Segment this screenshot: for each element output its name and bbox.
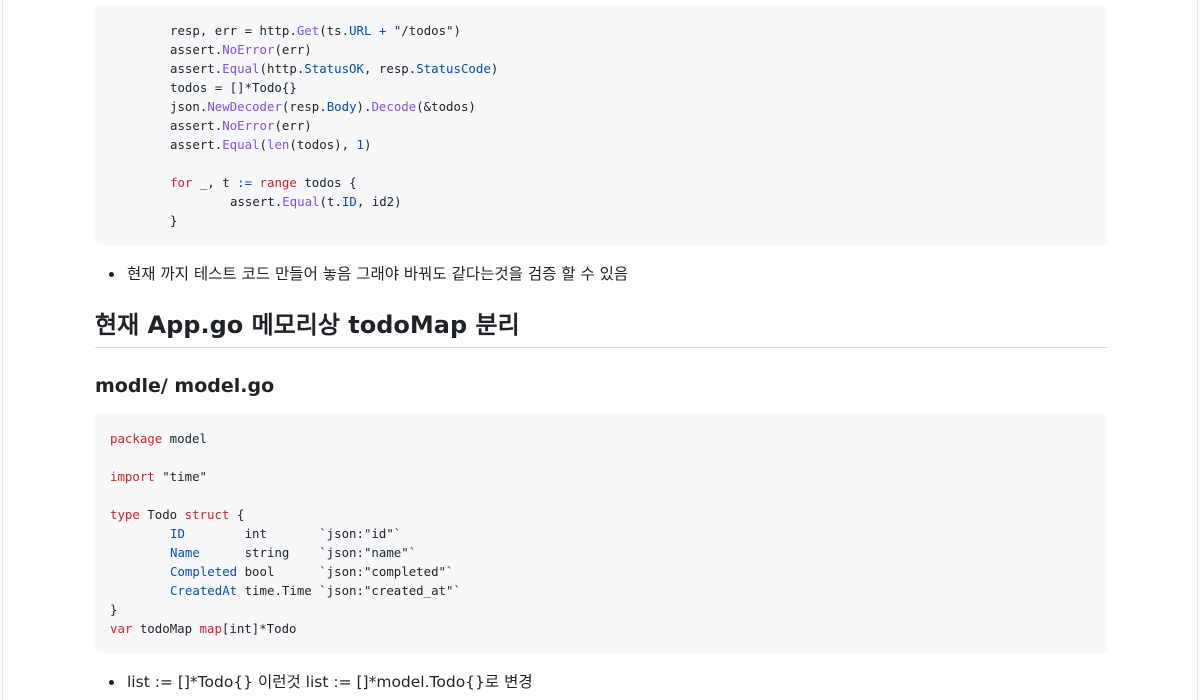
code-content: package model ​ import "time" ​ type Todo st… (95, 413, 1107, 638)
code-line: type Todo struct { (110, 507, 245, 522)
page-frame-right-border (1197, 0, 1198, 700)
code-line: todos = []*Todo{} (170, 80, 297, 95)
code-line: assert.Equal(http.StatusOK, resp.StatusC… (170, 61, 499, 76)
page-frame-left-border (2, 0, 3, 700)
subsection-heading: modle/ model.go (95, 375, 275, 397)
section-heading: 현재 App.go 메모리상 todoMap 분리 (95, 311, 520, 339)
list-item-text: list := []*Todo{} 이런것 list := []*model.T… (127, 673, 533, 691)
code-line: assert.NoError(err) (170, 118, 312, 133)
code-line: CreatedAt time.Time `json:"created_at"` (170, 583, 461, 598)
bullet-dot (109, 272, 114, 277)
code-line: ​ (110, 486, 1107, 505)
bullet-dot (109, 680, 114, 685)
code-content: resp, err = http.Get(ts.URL + "/todos") a… (95, 5, 1107, 230)
code-line: } (110, 602, 118, 617)
code-line: package model (110, 431, 207, 446)
list-item-text: 현재 까지 테스트 코드 만들어 놓음 그래야 바꿔도 같다는것을 검증 할 수… (127, 265, 629, 283)
code-block-tests: resp, err = http.Get(ts.URL + "/todos") a… (95, 5, 1107, 245)
code-line: assert.Equal(len(todos), 1) (170, 137, 372, 152)
heading-divider (95, 347, 1107, 348)
code-line: Name string `json:"name"` (170, 545, 417, 560)
code-line: ID int `json:"id"` (170, 526, 402, 541)
code-line: assert.NoError(err) (170, 42, 312, 57)
code-line: resp, err = http.Get(ts.URL + "/todos") (170, 23, 461, 38)
code-line: for _, t := range todos { (170, 175, 357, 190)
code-line: assert.Equal(t.ID, id2) (230, 194, 402, 209)
code-line: ​ (170, 154, 1107, 173)
code-line: import "time" (110, 469, 207, 484)
code-line: var todoMap map[int]*Todo (110, 621, 297, 636)
code-line: json.NewDecoder(resp.Body).Decode(&todos… (170, 99, 476, 114)
code-line: Completed bool `json:"completed"` (170, 564, 454, 579)
code-line: } (170, 213, 178, 228)
code-line: ​ (110, 448, 1107, 467)
code-block-model: package model ​ import "time" ​ type Todo st… (95, 413, 1107, 653)
